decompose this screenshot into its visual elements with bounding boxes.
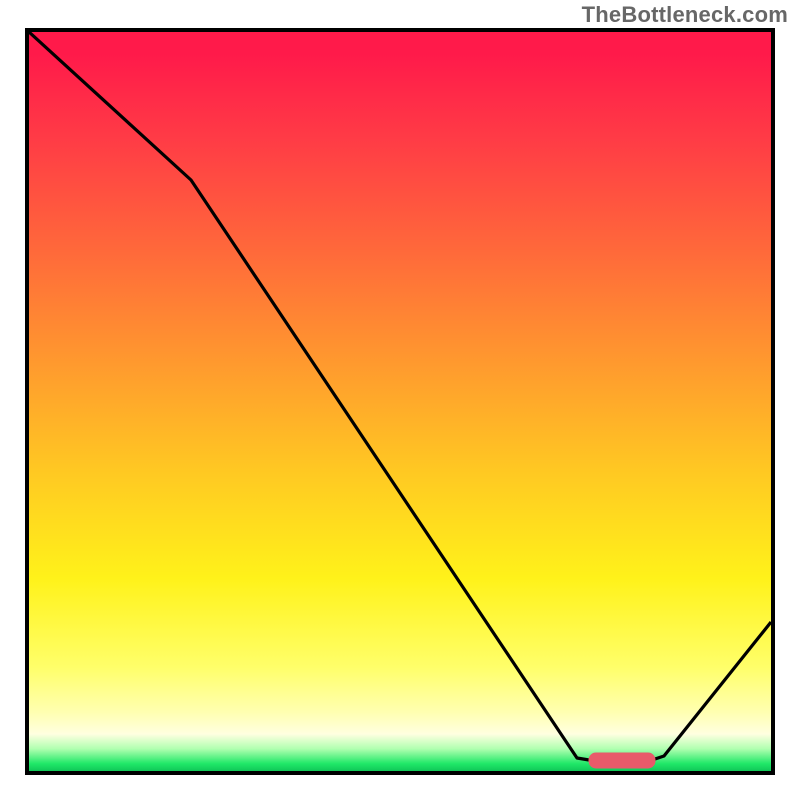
bottleneck-curve-right	[649, 622, 771, 761]
plot-area	[25, 28, 775, 775]
curve-layer	[29, 32, 771, 771]
attribution-label: TheBottleneck.com	[582, 2, 788, 28]
optimum-marker	[589, 753, 655, 768]
chart-container: TheBottleneck.com	[0, 0, 800, 800]
bottleneck-curve-left	[29, 32, 595, 761]
